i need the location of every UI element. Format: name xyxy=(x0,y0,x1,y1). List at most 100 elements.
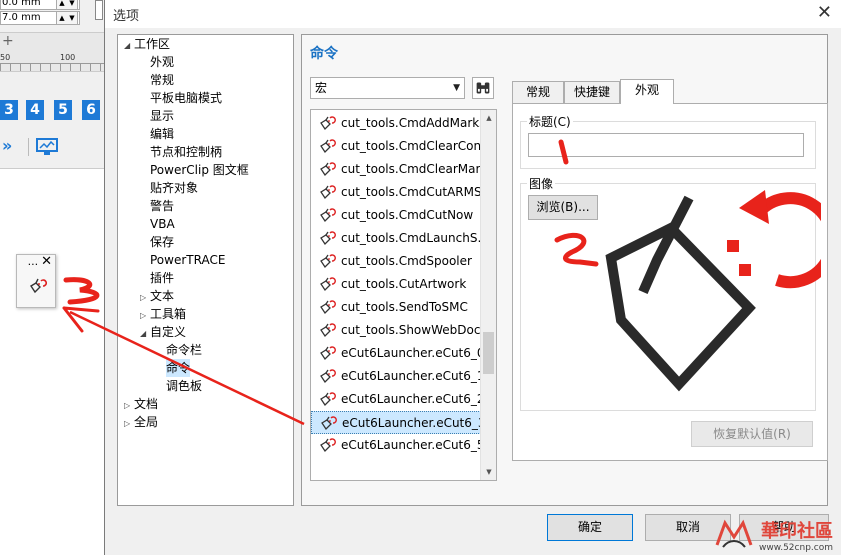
command-list-item[interactable]: eCut6Launcher.eCut6_5... xyxy=(311,434,481,457)
tab-appearance[interactable]: 外观 xyxy=(620,79,674,104)
tag-icon[interactable] xyxy=(27,277,47,297)
tag-icon xyxy=(320,208,336,223)
command-list-item[interactable]: cut_tools.CmdClearMarks xyxy=(311,158,481,181)
watermark-main: 華印社區 xyxy=(761,521,833,542)
tag-icon xyxy=(320,185,336,200)
command-label: cut_tools.SendToSMC xyxy=(341,300,468,314)
close-icon[interactable]: ✕ xyxy=(41,255,52,271)
title-input[interactable] xyxy=(528,133,804,157)
command-list-item[interactable]: cut_tools.CmdCutARMS xyxy=(311,181,481,204)
tree-item-powertrace[interactable]: PowerTRACE xyxy=(150,251,225,269)
tree-item-global[interactable]: ▷ 全局 xyxy=(124,413,158,433)
expand-icon[interactable]: ▷ xyxy=(124,415,134,433)
tree-item-command-bars[interactable]: 命令栏 xyxy=(166,341,202,359)
floater-menu[interactable]: ... xyxy=(28,255,39,271)
tag-icon xyxy=(321,416,337,431)
category-select[interactable]: 宏 ▼ xyxy=(310,77,465,99)
command-label: eCut6Launcher.eCut6_3... xyxy=(342,416,480,430)
dialog-title: 选项 xyxy=(113,9,140,24)
command-list-item[interactable]: eCut6Launcher.eCut6_2... xyxy=(311,388,481,411)
tree-item-vba[interactable]: VBA xyxy=(150,215,175,233)
scroll-thumb[interactable] xyxy=(483,332,494,374)
page-tile-5[interactable]: 5 xyxy=(54,100,72,120)
tree-item-customize[interactable]: ◢ 自定义 xyxy=(140,323,186,343)
tree-item-appearance[interactable]: 外观 xyxy=(150,53,174,71)
plus-icon[interactable]: + xyxy=(2,33,14,49)
tree-item-document[interactable]: ▷ 文档 xyxy=(124,395,158,415)
watermark-sub: www.52cnp.com xyxy=(758,543,833,553)
restore-defaults-button[interactable]: 恢复默认值(R) xyxy=(691,421,813,447)
tree-item-snap[interactable]: 贴齐对象 xyxy=(150,179,198,197)
command-list-item[interactable]: cut_tools.CmdSpooler xyxy=(311,250,481,273)
floating-toolbar[interactable]: ... ✕ xyxy=(16,254,56,308)
command-list-item[interactable]: eCut6Launcher.eCut6_3... xyxy=(311,411,481,434)
command-label: cut_tools.CmdClearCon... xyxy=(341,139,481,153)
collapse-icon[interactable]: ◢ xyxy=(140,325,150,343)
tab-general[interactable]: 常规 xyxy=(512,81,564,103)
tree-item-warnings[interactable]: 警告 xyxy=(150,197,174,215)
binoculars-icon[interactable] xyxy=(472,77,494,99)
category-select-value: 宏 xyxy=(315,81,328,95)
tag-icon xyxy=(320,231,336,246)
command-label: cut_tools.CmdAddMarks xyxy=(341,116,481,130)
command-label: eCut6Launcher.eCut6_0... xyxy=(341,346,481,360)
tree-item-general[interactable]: 常规 xyxy=(150,71,174,89)
tab-shortcuts[interactable]: 快捷键 xyxy=(564,81,620,103)
double-chevron-icon[interactable]: » xyxy=(2,136,12,155)
command-list-item[interactable]: eCut6Launcher.eCut6_1... xyxy=(311,365,481,388)
collapse-icon[interactable]: ◢ xyxy=(124,37,134,55)
watermark: 華印社區 www.52cnp.com xyxy=(715,517,833,553)
tree-item-toolbox[interactable]: ▷ 工具箱 xyxy=(140,305,186,325)
tree-item-commands[interactable]: 命令 xyxy=(166,359,191,377)
canvas[interactable] xyxy=(0,168,104,555)
page-tile-6[interactable]: 6 xyxy=(82,100,100,120)
command-list-item[interactable]: cut_tools.CmdLaunchS... xyxy=(311,227,481,250)
close-icon[interactable]: ✕ xyxy=(817,2,832,23)
tree-item-text[interactable]: ▷ 文本 xyxy=(140,287,174,307)
command-list-item[interactable]: cut_tools.SendToSMC xyxy=(311,296,481,319)
width-spinner[interactable]: ▲ ▼ xyxy=(56,0,78,10)
ruler: + 50 100 xyxy=(0,32,104,72)
page-tile-4[interactable]: 4 xyxy=(26,100,44,120)
options-tree[interactable]: ◢ 工作区 外观 常规 平板电脑模式 显示 编辑 节点和控制柄 PowerClip… xyxy=(117,34,294,506)
watermark-logo-icon xyxy=(715,519,753,548)
command-list-item[interactable]: cut_tools.ShowWebDoc... xyxy=(311,319,481,342)
command-list-item[interactable]: eCut6Launcher.eCut6_0... xyxy=(311,342,481,365)
list-scrollbar[interactable]: ▲ ▼ xyxy=(480,110,496,480)
height-spinner[interactable]: ▲ ▼ xyxy=(56,11,78,25)
command-label: eCut6Launcher.eCut6_1... xyxy=(341,369,481,383)
scroll-up-icon[interactable]: ▲ xyxy=(481,110,496,126)
ruler-tick: 50 xyxy=(0,53,11,62)
tag-icon xyxy=(320,438,336,453)
page-tile-3[interactable]: 3 xyxy=(0,100,18,120)
command-list-item[interactable]: cut_tools.CutArtwork xyxy=(311,273,481,296)
command-label: eCut6Launcher.eCut6_2... xyxy=(341,392,481,406)
tree-item-palettes[interactable]: 调色板 xyxy=(166,377,202,395)
command-list-item[interactable]: cut_tools.CmdClearCon... xyxy=(311,135,481,158)
command-label: cut_tools.CmdLaunchS... xyxy=(341,231,481,245)
tag-icon xyxy=(320,277,336,292)
monitor-icon[interactable] xyxy=(36,138,58,156)
tree-item-tablet-mode[interactable]: 平板电脑模式 xyxy=(150,89,222,107)
tree-item-display[interactable]: 显示 xyxy=(150,107,174,125)
tag-icon xyxy=(320,323,336,338)
tree-item-nodes[interactable]: 节点和控制柄 xyxy=(150,143,222,161)
browse-button[interactable]: 浏览(B)... xyxy=(528,195,598,220)
tag-icon xyxy=(320,300,336,315)
chevron-down-icon[interactable]: ▼ xyxy=(453,78,460,98)
command-label: cut_tools.ShowWebDoc... xyxy=(341,323,481,337)
command-label: cut_tools.CutArtwork xyxy=(341,277,467,291)
command-label: cut_tools.CmdSpooler xyxy=(341,254,472,268)
scroll-down-icon[interactable]: ▼ xyxy=(481,464,496,480)
tag-icon xyxy=(320,139,336,154)
tree-item-edit[interactable]: 编辑 xyxy=(150,125,174,143)
tree-item-save[interactable]: 保存 xyxy=(150,233,174,251)
ok-button[interactable]: 确定 xyxy=(547,514,633,541)
tag-icon xyxy=(320,116,336,131)
command-list-item[interactable]: cut_tools.CmdCutNow xyxy=(311,204,481,227)
command-list-item[interactable]: cut_tools.CmdAddMarks xyxy=(311,112,481,135)
tree-item-workspace[interactable]: ◢ 工作区 xyxy=(124,35,170,55)
command-list[interactable]: cut_tools.CmdAddMarks cut_tools.CmdClearC… xyxy=(310,109,497,481)
tree-item-powerclip[interactable]: PowerClip 图文框 xyxy=(150,161,249,179)
tree-item-plugins[interactable]: 插件 xyxy=(150,269,174,287)
